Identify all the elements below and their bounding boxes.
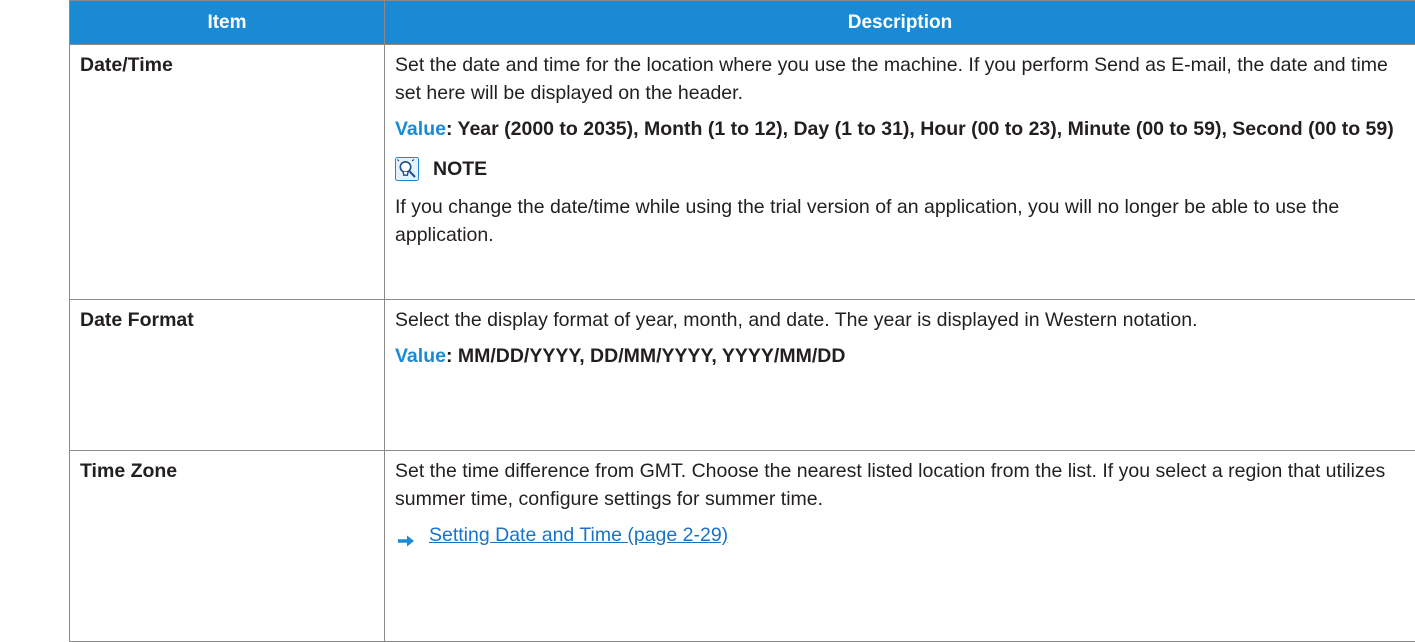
description-cell: Set the date and time for the location w… — [385, 45, 1415, 300]
value-label: Value — [395, 118, 446, 140]
value-label: Value — [395, 345, 446, 367]
setting-date-time-link[interactable]: Setting Date and Time (page 2-29) — [429, 521, 728, 549]
description-text: Select the display format of year, month… — [395, 306, 1399, 334]
settings-table-container: Item Description Date/Time Set the date … — [69, 0, 1415, 642]
table-row-date-time: Date/Time Set the date and time for the … — [70, 45, 1415, 300]
description-text: Set the date and time for the location w… — [395, 51, 1399, 107]
item-cell: Date Format — [70, 300, 385, 451]
description-cell: Select the display format of year, month… — [385, 300, 1415, 451]
table-row-date-format: Date Format Select the display format of… — [70, 300, 1415, 451]
settings-table: Item Description Date/Time Set the date … — [69, 0, 1415, 642]
arrow-right-icon — [397, 528, 415, 542]
table-header-row: Item Description — [70, 1, 1415, 45]
header-item: Item — [70, 1, 385, 45]
note-title: NOTE — [433, 155, 487, 183]
value-text: : MM/DD/YYYY, DD/MM/YYYY, YYYY/MM/DD — [446, 345, 845, 367]
item-cell: Date/Time — [70, 45, 385, 300]
note-text: If you change the date/time while using … — [395, 193, 1399, 249]
header-description: Description — [385, 1, 1415, 45]
value-line: Value: MM/DD/YYYY, DD/MM/YYYY, YYYY/MM/D… — [395, 342, 1399, 370]
value-line: Value: Year (2000 to 2035), Month (1 to … — [395, 115, 1399, 143]
reference-link-row: Setting Date and Time (page 2-29) — [395, 521, 1399, 549]
description-text: Set the time difference from GMT. Choose… — [395, 457, 1399, 513]
description-cell: Set the time difference from GMT. Choose… — [385, 451, 1415, 642]
table-row-time-zone: Time Zone Set the time difference from G… — [70, 451, 1415, 642]
note-lightbulb-icon — [395, 157, 419, 181]
value-text: : Year (2000 to 2035), Month (1 to 12), … — [446, 118, 1394, 140]
item-cell: Time Zone — [70, 451, 385, 642]
note-header: NOTE — [395, 153, 1399, 185]
